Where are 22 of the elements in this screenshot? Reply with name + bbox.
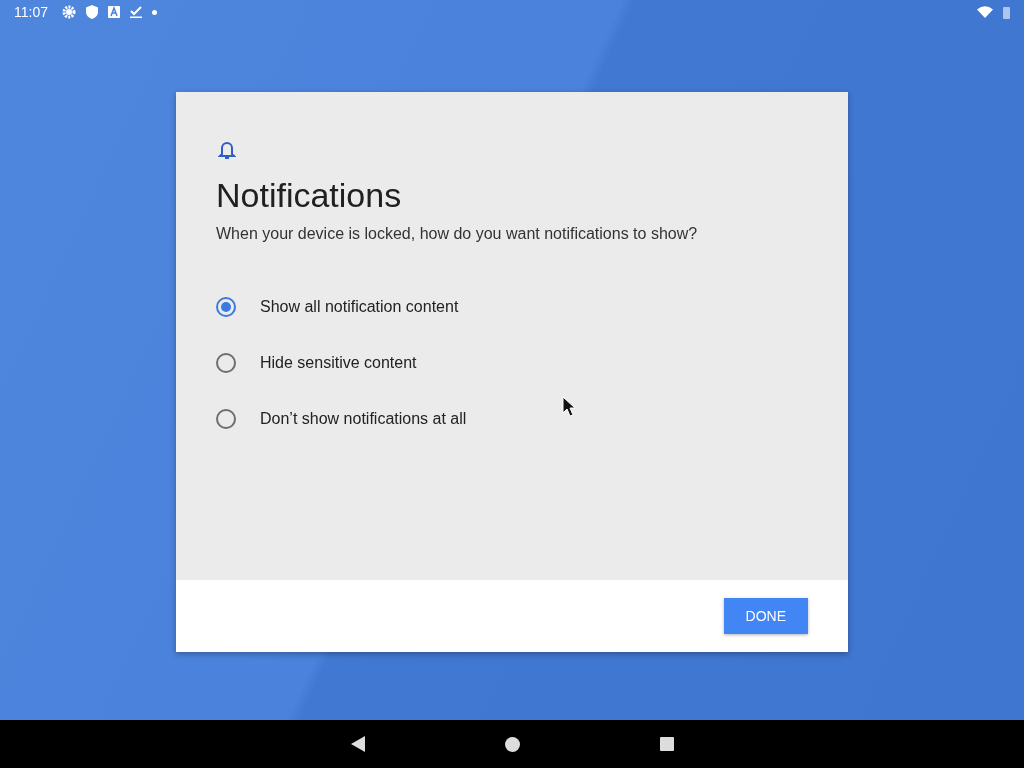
radio-button[interactable] bbox=[216, 409, 236, 429]
shield-icon bbox=[86, 5, 98, 19]
back-icon[interactable] bbox=[350, 736, 365, 752]
dot-icon bbox=[152, 9, 157, 15]
pointer-icon bbox=[562, 396, 576, 417]
battery-icon bbox=[1003, 5, 1010, 19]
dialog-subtitle: When your device is locked, how do you want notifications to show? bbox=[216, 225, 699, 243]
done-button[interactable]: DONE bbox=[723, 598, 808, 634]
status-time: 11:07 bbox=[14, 4, 48, 20]
keyboard-icon bbox=[108, 6, 120, 18]
recents-icon[interactable] bbox=[659, 737, 674, 751]
radio-button[interactable] bbox=[216, 353, 236, 373]
dialog-title: Notifications bbox=[216, 176, 403, 215]
option-label[interactable]: Show all notification content bbox=[260, 298, 459, 316]
option-label[interactable]: Don’t show notifications at all bbox=[260, 410, 467, 428]
bell-icon bbox=[218, 140, 236, 160]
gear-icon bbox=[62, 5, 76, 19]
option-label[interactable]: Hide sensitive content bbox=[260, 354, 417, 372]
checkmark-icon bbox=[130, 6, 142, 18]
radio-button[interactable] bbox=[216, 297, 236, 317]
home-icon[interactable] bbox=[504, 736, 520, 752]
wifi-icon bbox=[977, 6, 993, 18]
